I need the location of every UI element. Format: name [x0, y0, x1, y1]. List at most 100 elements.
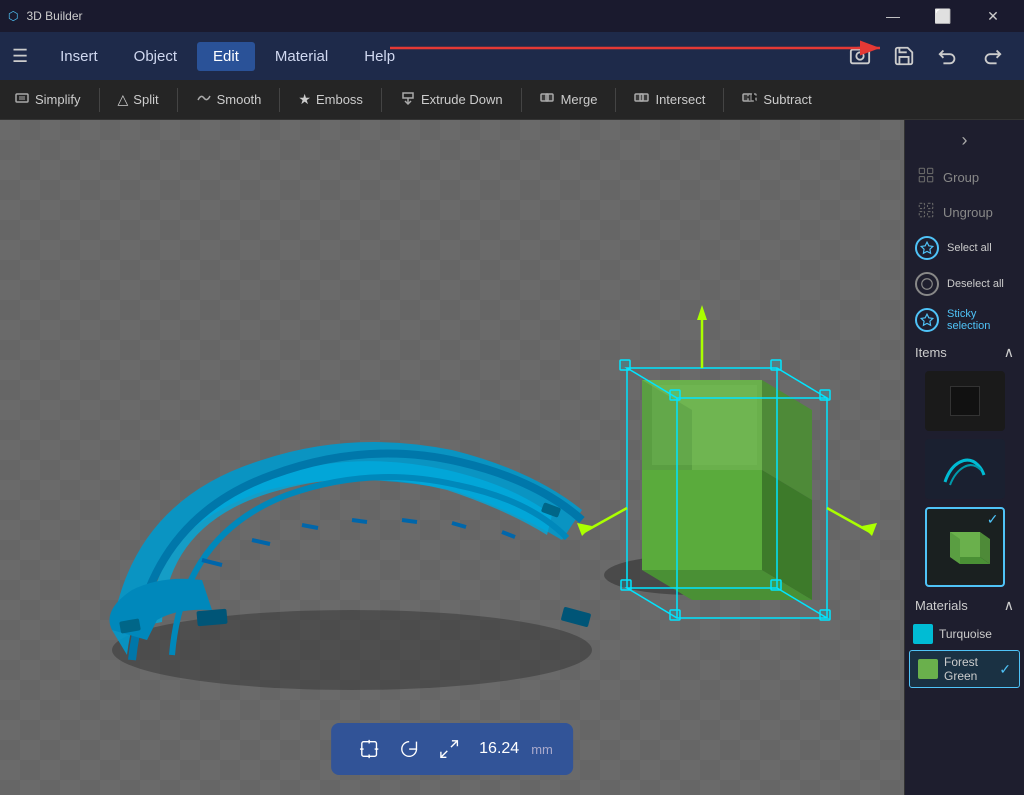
- simplify-icon: [14, 90, 30, 109]
- group-icon: [917, 166, 935, 189]
- object-size: 16.24: [479, 740, 519, 758]
- merge-tool[interactable]: Merge: [530, 86, 608, 113]
- group-action[interactable]: Group: [905, 160, 1024, 195]
- extrude-down-label: Extrude Down: [421, 92, 503, 107]
- minimize-button[interactable]: —: [870, 0, 916, 32]
- extrude-down-tool[interactable]: Extrude Down: [390, 86, 513, 113]
- separator-4: [381, 88, 382, 112]
- forest-green-color-swatch: [918, 659, 938, 679]
- smooth-tool[interactable]: Smooth: [186, 86, 272, 113]
- move-button[interactable]: [351, 731, 387, 767]
- ungroup-label: Ungroup: [943, 205, 993, 220]
- green-item-preview: [935, 517, 995, 577]
- hamburger-menu[interactable]: ☰: [12, 46, 28, 67]
- group-label: Group: [943, 170, 979, 185]
- subtract-label: Subtract: [763, 92, 811, 107]
- split-label: Split: [133, 92, 158, 107]
- material-forest-green[interactable]: Forest Green ✓: [909, 650, 1020, 688]
- forest-green-label: Forest Green: [944, 655, 993, 683]
- material-checkmark: ✓: [999, 661, 1011, 678]
- selected-checkmark: ✓: [987, 511, 999, 528]
- intersect-label: Intersect: [655, 92, 705, 107]
- subtract-icon: [742, 90, 758, 109]
- item-thumb-black[interactable]: [925, 371, 1005, 431]
- turquoise-label: Turquoise: [939, 627, 992, 641]
- titlebar: ⬡ 3D Builder — ⬜ ✕: [0, 0, 1024, 32]
- sticky-selection-label: Sticky selection: [947, 308, 1014, 332]
- menu-object[interactable]: Object: [118, 42, 193, 71]
- viewport[interactable]: 16.24 mm: [0, 120, 904, 795]
- menu-material[interactable]: Material: [259, 42, 344, 71]
- split-icon: △: [118, 91, 129, 108]
- material-turquoise[interactable]: Turquoise: [905, 620, 1024, 648]
- viewport-objects: [0, 120, 904, 795]
- item-black-container: [905, 367, 1024, 435]
- edit-toolbar: Simplify △ Split Smooth ★ Emboss Extrude…: [0, 80, 1024, 120]
- menubar-left: ☰ Insert Object Edit Material Help: [12, 42, 411, 71]
- size-unit: mm: [531, 742, 553, 757]
- merge-label: Merge: [561, 92, 598, 107]
- sticky-selection-action[interactable]: Sticky selection: [905, 302, 1024, 338]
- intersect-tool[interactable]: Intersect: [624, 86, 715, 113]
- rotate-button[interactable]: [391, 731, 427, 767]
- merge-icon: [540, 90, 556, 109]
- app-logo: ⬡: [8, 9, 18, 23]
- ungroup-icon: [917, 201, 935, 224]
- screenshot-button[interactable]: [840, 36, 880, 76]
- simplify-tool[interactable]: Simplify: [4, 86, 91, 113]
- select-all-icon: [915, 236, 939, 260]
- save-button[interactable]: [884, 36, 924, 76]
- separator-6: [615, 88, 616, 112]
- menu-edit[interactable]: Edit: [197, 42, 255, 71]
- materials-chevron-icon[interactable]: ∧: [1004, 597, 1014, 614]
- items-section-header: Items ∧: [905, 338, 1024, 367]
- subtract-tool[interactable]: Subtract: [732, 86, 821, 113]
- separator-5: [521, 88, 522, 112]
- items-section-label: Items: [915, 345, 947, 360]
- item-thumb-green[interactable]: ✓: [925, 507, 1005, 587]
- separator-1: [99, 88, 100, 112]
- split-tool[interactable]: △ Split: [108, 87, 169, 112]
- restore-button[interactable]: ⬜: [920, 0, 966, 32]
- ungroup-action[interactable]: Ungroup: [905, 195, 1024, 230]
- emboss-icon: ★: [298, 91, 311, 108]
- extrude-down-icon: [400, 90, 416, 109]
- blue-item-preview: [940, 447, 990, 492]
- smooth-label: Smooth: [217, 92, 262, 107]
- menu-insert[interactable]: Insert: [44, 42, 114, 71]
- select-all-action[interactable]: Select all: [905, 230, 1024, 266]
- materials-section-header: Materials ∧: [905, 591, 1024, 620]
- item-green-container: ✓: [905, 503, 1024, 591]
- emboss-tool[interactable]: ★ Emboss: [288, 87, 373, 112]
- deselect-all-label: Deselect all: [947, 278, 1004, 290]
- item-thumb-blue[interactable]: [925, 439, 1005, 499]
- close-button[interactable]: ✕: [970, 0, 1016, 32]
- titlebar-controls: — ⬜ ✕: [870, 0, 1016, 32]
- items-chevron-icon[interactable]: ∧: [1004, 344, 1014, 361]
- black-item-preview: [950, 386, 980, 416]
- menubar: ☰ Insert Object Edit Material Help: [0, 32, 1024, 80]
- panel-collapse-button[interactable]: ›: [905, 120, 1024, 160]
- emboss-label: Emboss: [316, 92, 363, 107]
- smooth-icon: [196, 90, 212, 109]
- separator-3: [279, 88, 280, 112]
- green-cube: [642, 380, 812, 600]
- viewport-toolbar: 16.24 mm: [331, 723, 573, 775]
- sticky-selection-icon: [915, 308, 939, 332]
- chevron-right-icon: ›: [962, 130, 968, 151]
- simplify-label: Simplify: [35, 92, 81, 107]
- menubar-right: [840, 36, 1012, 76]
- turquoise-color-swatch: [913, 624, 933, 644]
- main-area: 16.24 mm › Group: [0, 120, 1024, 795]
- deselect-all-action[interactable]: Deselect all: [905, 266, 1024, 302]
- separator-2: [177, 88, 178, 112]
- undo-button[interactable]: [928, 36, 968, 76]
- scale-button[interactable]: [431, 731, 467, 767]
- deselect-all-icon: [915, 272, 939, 296]
- item-blue-container: [905, 435, 1024, 503]
- intersect-icon: [634, 90, 650, 109]
- redo-button[interactable]: [972, 36, 1012, 76]
- menu-help[interactable]: Help: [348, 42, 411, 71]
- titlebar-left: ⬡ 3D Builder: [8, 9, 83, 23]
- materials-section-label: Materials: [915, 598, 968, 613]
